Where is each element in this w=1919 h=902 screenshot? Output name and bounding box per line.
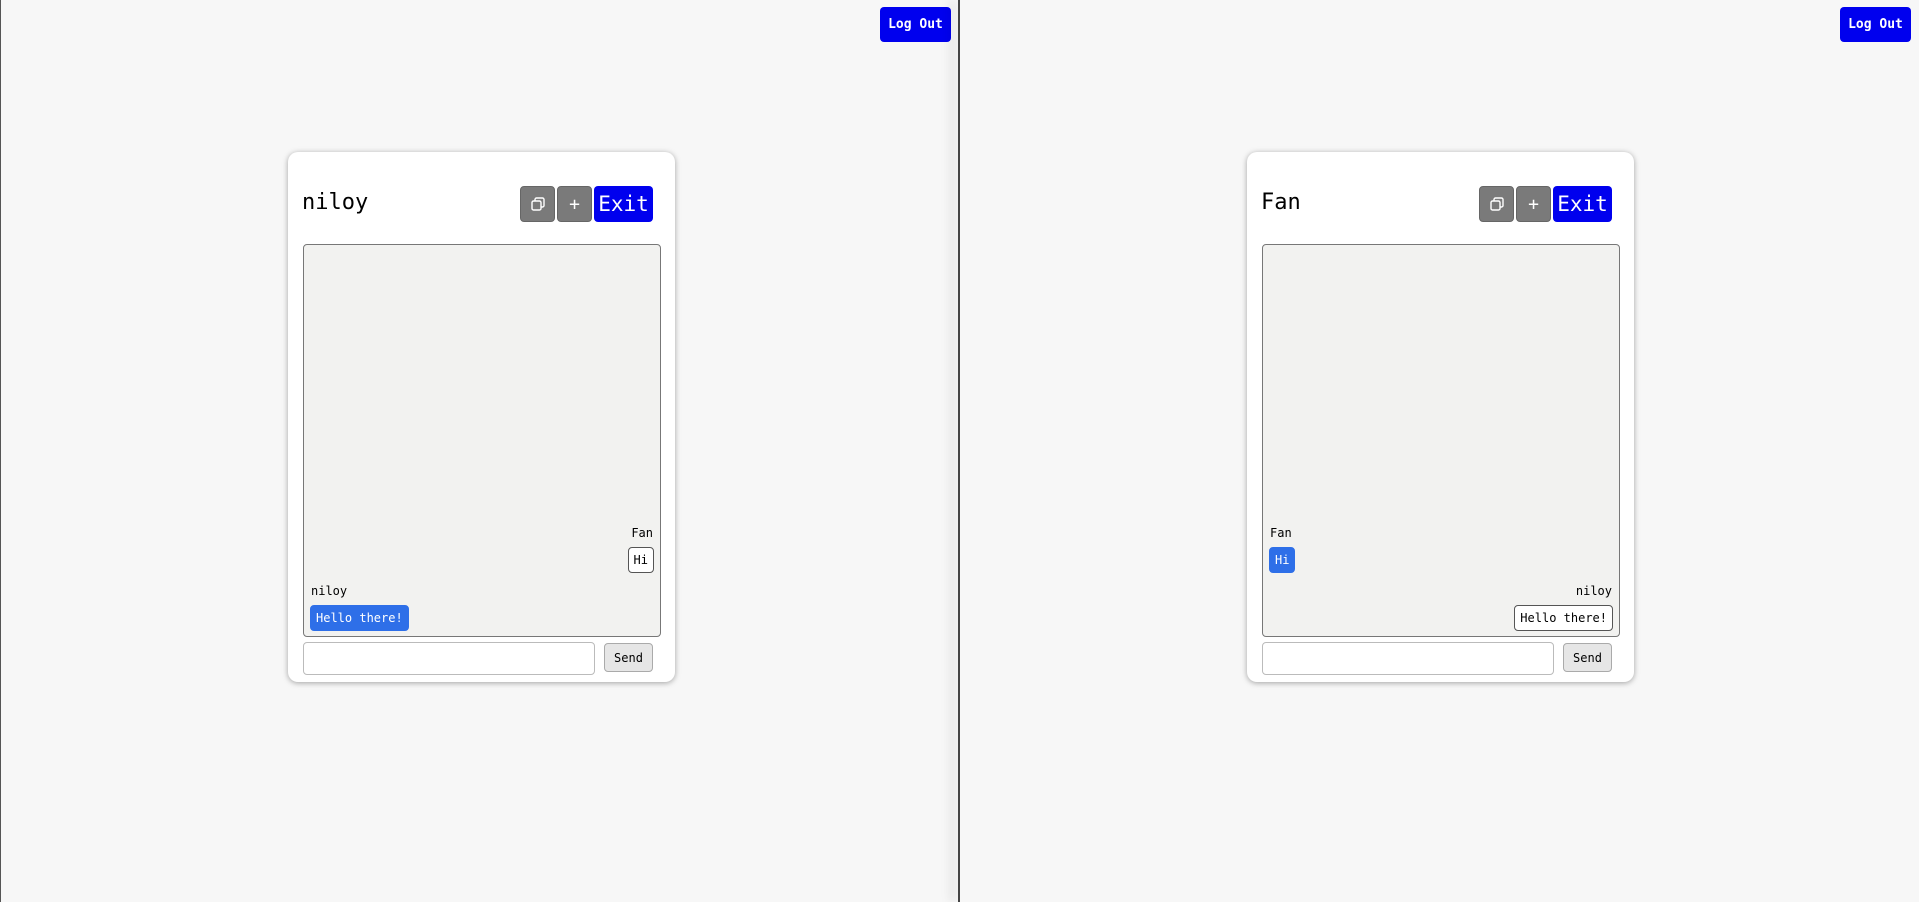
message-bubble: Hi: [627, 547, 654, 573]
send-button[interactable]: Send: [604, 643, 653, 672]
message-input[interactable]: [1262, 642, 1554, 675]
chat-title: niloy: [302, 190, 369, 215]
copy-icon: [1489, 197, 1504, 211]
chat-card: Fan + Exit Fan Hi niloy Hello there! Sen…: [1247, 152, 1634, 682]
message-sender: Fan: [631, 526, 653, 540]
exit-button[interactable]: Exit: [1553, 186, 1612, 222]
exit-button[interactable]: Exit: [594, 186, 653, 222]
right-window: Log Out Fan + Exit Fan Hi niloy Hello th…: [960, 0, 1919, 902]
logout-button[interactable]: Log Out: [880, 7, 951, 42]
chat-actions: + Exit: [520, 186, 653, 222]
send-button[interactable]: Send: [1563, 643, 1612, 672]
message-sender: niloy: [1575, 584, 1612, 598]
add-button[interactable]: +: [557, 186, 592, 222]
copy-button[interactable]: [1479, 186, 1514, 222]
logout-button[interactable]: Log Out: [1840, 7, 1911, 42]
message-bubble: Hello there!: [1514, 605, 1613, 631]
message-bubble: Hi: [1269, 547, 1296, 573]
message-bubble: Hello there!: [310, 605, 409, 631]
left-window: Log Out niloy + Exit Fan Hi niloy Hello …: [0, 0, 958, 902]
copy-button[interactable]: [520, 186, 555, 222]
add-button[interactable]: +: [1516, 186, 1551, 222]
message-input[interactable]: [303, 642, 595, 675]
copy-icon: [530, 197, 545, 211]
chat-actions: + Exit: [1479, 186, 1612, 222]
chat-card: niloy + Exit Fan Hi niloy Hello there! S…: [288, 152, 675, 682]
chat-title: Fan: [1261, 190, 1301, 215]
message-sender: Fan: [1270, 526, 1292, 540]
message-list[interactable]: Fan Hi niloy Hello there!: [1262, 244, 1620, 637]
message-list[interactable]: Fan Hi niloy Hello there!: [303, 244, 661, 637]
message-sender: niloy: [311, 584, 348, 598]
